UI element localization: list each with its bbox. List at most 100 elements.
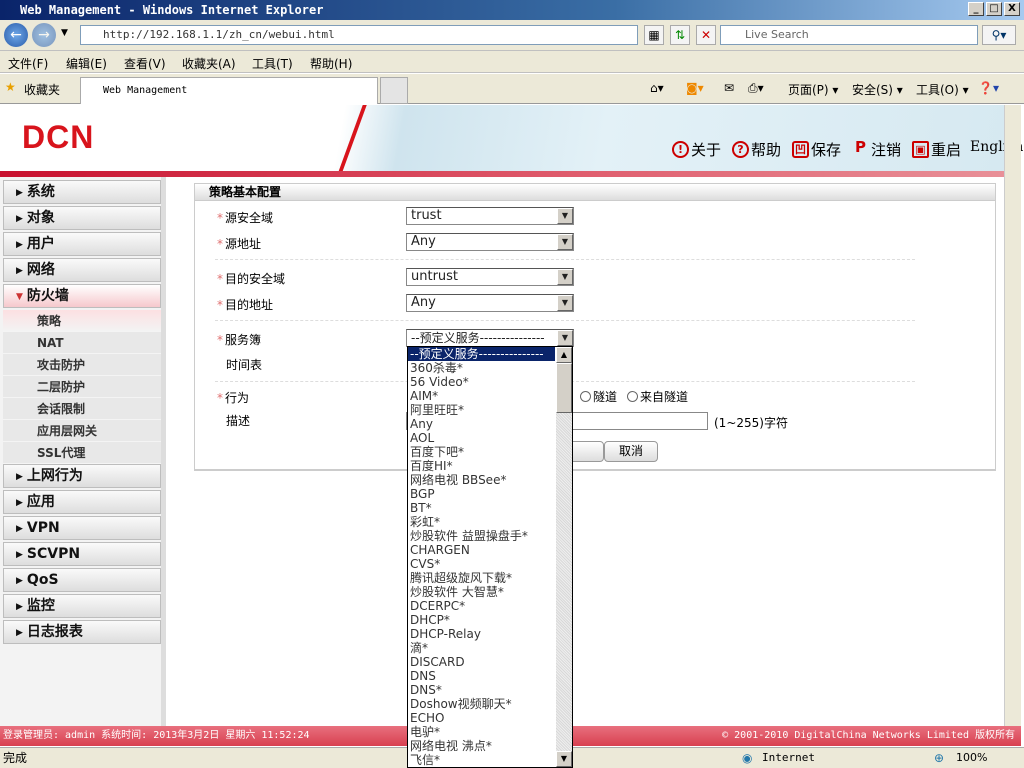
stop-icon[interactable]: ✕ xyxy=(696,25,716,45)
menu-edit[interactable]: 编辑(E) xyxy=(66,55,107,72)
sidebar-sub-ssl-proxy[interactable]: SSL代理 xyxy=(3,442,161,464)
scroll-down-icon[interactable]: ▼ xyxy=(556,751,572,767)
print-icon[interactable]: ⎙▾ xyxy=(748,81,764,96)
about-link[interactable]: ! 关于 xyxy=(672,139,721,160)
close-window-button[interactable]: X xyxy=(1004,2,1020,16)
service-option[interactable]: DNS xyxy=(408,669,555,683)
page-scrollbar[interactable] xyxy=(1004,105,1021,746)
safety-menu[interactable]: 安全(S) ▾ xyxy=(852,81,903,98)
sidebar-item-firewall[interactable]: ▼ 防火墙 xyxy=(3,284,161,308)
service-option[interactable]: 阿里旺旺* xyxy=(408,403,555,417)
history-dropdown-icon[interactable]: ▼ xyxy=(61,28,68,38)
service-option[interactable]: AIM* xyxy=(408,389,555,403)
service-option[interactable]: CVS* xyxy=(408,557,555,571)
sidebar-sub-policy[interactable]: 策略 xyxy=(3,310,161,332)
menu-favorites[interactable]: 收藏夹(A) xyxy=(182,55,236,72)
sidebar-item-monitor[interactable]: ▶ 监控 xyxy=(3,594,161,618)
new-tab-button[interactable] xyxy=(380,77,408,104)
action-from-tunnel-radio[interactable]: 来自隧道 xyxy=(627,388,688,405)
menu-file[interactable]: 文件(F) xyxy=(8,55,48,72)
back-button[interactable]: ← xyxy=(4,23,28,47)
service-option[interactable]: DHCP-Relay xyxy=(408,627,555,641)
service-option[interactable]: DHCP* xyxy=(408,613,555,627)
sidebar-sub-attack-defense[interactable]: 攻击防护 xyxy=(3,354,161,376)
service-dropdown-list[interactable]: --预定义服务--------------- 360杀毒* 56 Video* AIM… xyxy=(407,346,573,768)
dst-addr-select[interactable]: Any ▼ xyxy=(406,294,574,312)
menu-help[interactable]: 帮助(H) xyxy=(310,55,352,72)
service-option[interactable]: 炒股软件 益盟操盘手* xyxy=(408,529,555,543)
sidebar-item-application[interactable]: ▶ 应用 xyxy=(3,490,161,514)
page-menu[interactable]: 页面(P) ▾ xyxy=(788,81,838,98)
src-addr-select[interactable]: Any ▼ xyxy=(406,233,574,251)
service-option[interactable]: 炒股软件 大智慧* xyxy=(408,585,555,599)
service-option[interactable]: 腾讯超级旋风下载* xyxy=(408,571,555,585)
zoom-level[interactable]: 100% xyxy=(956,748,987,768)
service-option[interactable]: AOL xyxy=(408,431,555,445)
service-option[interactable]: 网络电视 沸点* xyxy=(408,739,555,753)
browser-tab[interactable]: Web Management xyxy=(80,77,378,104)
service-option[interactable]: BGP xyxy=(408,487,555,501)
maximize-button[interactable]: □ xyxy=(986,2,1002,16)
menu-tools[interactable]: 工具(T) xyxy=(252,55,293,72)
sidebar-item-scvpn[interactable]: ▶ SCVPN xyxy=(3,542,161,566)
logout-label: 注销 xyxy=(871,141,902,159)
save-link[interactable]: 凹保存 xyxy=(792,139,841,160)
action-tunnel-radio[interactable]: 隧道 xyxy=(580,388,617,405)
service-option[interactable]: 360杀毒* xyxy=(408,361,555,375)
service-option[interactable]: CHARGEN xyxy=(408,543,555,557)
sidebar-sub-l2-defense[interactable]: 二层防护 xyxy=(3,376,161,398)
menu-view[interactable]: 查看(V) xyxy=(124,55,166,72)
service-option[interactable]: 56 Video* xyxy=(408,375,555,389)
compatibility-icon[interactable]: ▦ xyxy=(644,25,664,45)
cancel-button[interactable]: 取消 xyxy=(604,441,658,462)
sidebar-item-system[interactable]: ▶ 系统 xyxy=(3,180,161,204)
service-select[interactable]: --预定义服务--------------- ▼ xyxy=(406,329,574,347)
service-option[interactable]: Any xyxy=(408,417,555,431)
sidebar-item-users[interactable]: ▶ 用户 xyxy=(3,232,161,256)
forward-button[interactable]: → xyxy=(32,23,56,47)
tools-menu[interactable]: 工具(O) ▾ xyxy=(916,81,969,98)
search-input[interactable]: Live Search xyxy=(720,25,978,45)
service-option[interactable]: 电驴* xyxy=(408,725,555,739)
sidebar-sub-nat[interactable]: NAT xyxy=(3,332,161,354)
help-link[interactable]: ? 帮助 xyxy=(732,139,781,160)
minimize-button[interactable]: _ xyxy=(968,2,984,16)
service-option[interactable]: --预定义服务--------------- xyxy=(408,347,555,361)
reboot-link[interactable]: ▣ 重启 xyxy=(912,139,961,160)
favorites-button[interactable]: 收藏夹 xyxy=(24,81,60,98)
service-option[interactable]: 百度HI* xyxy=(408,459,555,473)
sidebar-item-objects[interactable]: ▶ 对象 xyxy=(3,206,161,230)
src-zone-select[interactable]: trust ▼ xyxy=(406,207,574,225)
service-option[interactable]: 网络电视 BBSee* xyxy=(408,473,555,487)
sidebar-item-qos[interactable]: ▶ QoS xyxy=(3,568,161,592)
home-icon[interactable]: ⌂▾ xyxy=(650,81,664,95)
service-option[interactable]: 彩虹* xyxy=(408,515,555,529)
help-icon[interactable]: ❓▾ xyxy=(978,81,999,95)
sidebar-item-logs-reports[interactable]: ▶ 日志报表 xyxy=(3,620,161,644)
sidebar-item-network[interactable]: ▶ 网络 xyxy=(3,258,161,282)
service-option[interactable]: 百度下吧* xyxy=(408,445,555,459)
service-option[interactable]: 飞信* xyxy=(408,753,555,767)
service-option[interactable]: BT* xyxy=(408,501,555,515)
service-option[interactable]: ECHO xyxy=(408,711,555,725)
scroll-thumb[interactable] xyxy=(556,363,572,413)
sidebar-sub-alg[interactable]: 应用层网关 xyxy=(3,420,161,442)
address-bar[interactable]: http://192.168.1.1/zh_cn/webui.html xyxy=(80,25,638,45)
search-icon[interactable]: ⚲▾ xyxy=(982,25,1016,45)
service-option[interactable]: Doshow视频聊天* xyxy=(408,697,555,711)
service-option[interactable]: DISCARD xyxy=(408,655,555,669)
sidebar-item-web-behavior[interactable]: ▶ 上网行为 xyxy=(3,464,161,488)
dropdown-scrollbar[interactable]: ▲ ▼ xyxy=(556,347,572,767)
service-option[interactable]: DCERPC* xyxy=(408,599,555,613)
scroll-up-icon[interactable]: ▲ xyxy=(556,347,572,363)
dst-zone-select[interactable]: untrust ▼ xyxy=(406,268,574,286)
service-option[interactable]: 滴* xyxy=(408,641,555,655)
sidebar-sub-session-limit[interactable]: 会话限制 xyxy=(3,398,161,420)
sidebar-item-vpn[interactable]: ▶ VPN xyxy=(3,516,161,540)
service-option[interactable]: DNS* xyxy=(408,683,555,697)
mail-icon[interactable]: ✉ xyxy=(724,81,734,95)
feeds-icon[interactable]: ◙▾ xyxy=(686,81,704,95)
refresh-icon[interactable]: ⇅ xyxy=(670,25,690,45)
logout-link[interactable]: P 注销 xyxy=(852,139,901,160)
zoom-icon[interactable]: ⊕ xyxy=(934,748,944,768)
